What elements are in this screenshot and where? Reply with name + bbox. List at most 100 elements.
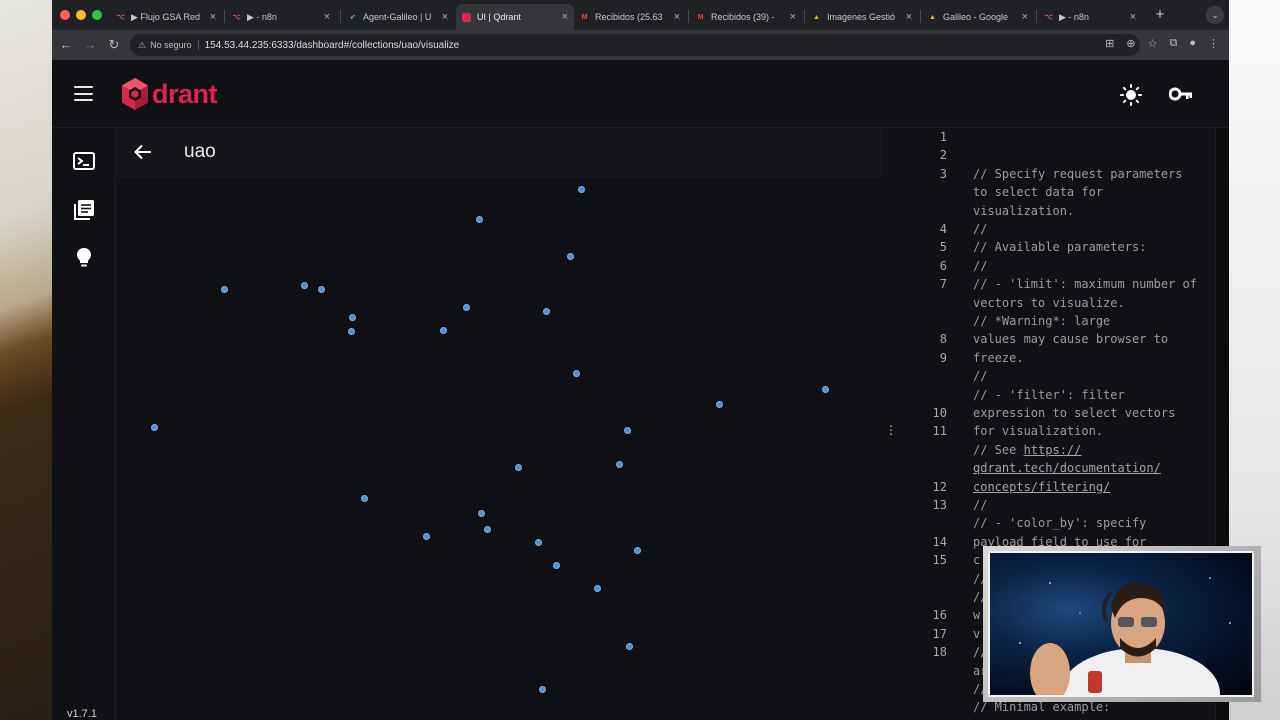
qdrant-logo-icon bbox=[122, 78, 148, 110]
code-line: // Available parameters: bbox=[973, 240, 1147, 255]
tab-flujo-gsa[interactable]: ⌥ ▶ Flujo GSA Red × bbox=[110, 4, 222, 30]
api-key-icon[interactable] bbox=[1169, 86, 1193, 102]
n8n-icon: ⌥ bbox=[1044, 14, 1053, 21]
tutorial-lightbulb-icon[interactable] bbox=[72, 246, 96, 270]
close-tab-icon[interactable]: × bbox=[562, 11, 568, 23]
warning-icon[interactable]: ⚠ bbox=[138, 40, 146, 51]
forward-icon[interactable]: → bbox=[82, 37, 98, 53]
vector-point[interactable] bbox=[578, 186, 585, 193]
vector-point[interactable] bbox=[348, 328, 355, 335]
vector-point[interactable] bbox=[361, 495, 368, 502]
vector-point[interactable] bbox=[539, 686, 546, 693]
code-line: values may cause browser to bbox=[973, 332, 1169, 347]
tab-gmail-1[interactable]: M Recibidos (25.63 × bbox=[574, 4, 686, 30]
vector-point[interactable] bbox=[535, 539, 542, 546]
vector-point[interactable] bbox=[624, 427, 631, 434]
qdrant-logo[interactable]: drant bbox=[120, 77, 218, 111]
tab-title: ▶ - n8n bbox=[247, 11, 277, 22]
docs-link[interactable]: concepts/filtering/ bbox=[973, 480, 1110, 494]
translate-icon[interactable]: ⊞ bbox=[1105, 37, 1114, 50]
code-line: // bbox=[973, 369, 988, 384]
tab-agent-galileo[interactable]: ➶ Agent-Galileo | U × bbox=[342, 4, 454, 30]
collections-icon[interactable] bbox=[72, 198, 96, 222]
close-window-button[interactable] bbox=[60, 10, 70, 20]
vector-point[interactable] bbox=[476, 216, 483, 223]
panel-resize-handle[interactable]: ⋮ bbox=[883, 128, 897, 720]
tab-qdrant[interactable]: UI | Qdrant × bbox=[456, 4, 574, 30]
address-bar[interactable]: ⚠ No seguro 154.53.44.235:6333/dashboard… bbox=[130, 34, 1140, 56]
bookmark-star-icon[interactable]: ☆ bbox=[1148, 37, 1158, 50]
vector-point[interactable] bbox=[301, 282, 308, 289]
vector-point[interactable] bbox=[573, 370, 580, 377]
close-tab-icon[interactable]: × bbox=[324, 11, 330, 23]
url-text[interactable]: 154.53.44.235:6333/dashboard#/collection… bbox=[205, 40, 460, 51]
close-tab-icon[interactable]: × bbox=[906, 11, 912, 23]
docs-link[interactable]: https:// bbox=[1024, 443, 1082, 457]
new-tab-button[interactable]: + bbox=[1152, 7, 1168, 23]
tab-n8n-1[interactable]: ⌥ ▶ - n8n × bbox=[226, 4, 336, 30]
zoom-icon[interactable]: ⊕ bbox=[1126, 37, 1135, 50]
tab-search-button[interactable]: ⌄ bbox=[1206, 6, 1224, 24]
vector-point[interactable] bbox=[626, 643, 633, 650]
tab-separator bbox=[688, 10, 689, 23]
vector-point[interactable] bbox=[553, 562, 560, 569]
tab-n8n-2[interactable]: ⌥ ▶ - n8n × bbox=[1038, 4, 1142, 30]
vector-point[interactable] bbox=[594, 585, 601, 592]
minimize-window-button[interactable] bbox=[76, 10, 86, 20]
docs-link[interactable]: qdrant.tech/documentation/ bbox=[973, 461, 1161, 475]
vector-point[interactable] bbox=[716, 401, 723, 408]
vector-point[interactable] bbox=[349, 314, 356, 321]
line-number: 10 bbox=[932, 406, 947, 420]
code-line: concepts/filtering/ bbox=[973, 478, 1110, 496]
menu-kebab-icon[interactable]: ⋮ bbox=[1208, 37, 1219, 50]
close-tab-icon[interactable]: × bbox=[790, 11, 796, 23]
theme-toggle-sun-icon[interactable] bbox=[1120, 84, 1142, 106]
line-number: 13 bbox=[932, 498, 947, 512]
vector-point[interactable] bbox=[478, 510, 485, 517]
vector-point[interactable] bbox=[440, 327, 447, 334]
collection-title: uao bbox=[184, 141, 216, 162]
close-tab-icon[interactable]: × bbox=[1130, 11, 1136, 23]
reload-icon[interactable]: ↻ bbox=[106, 37, 122, 53]
tab-drive-galileo[interactable]: ▲ Galileo - Google × bbox=[922, 4, 1034, 30]
back-arrow-icon[interactable] bbox=[133, 142, 153, 162]
code-line: visualization. bbox=[973, 203, 1075, 218]
vector-scatter-plot[interactable] bbox=[117, 178, 882, 720]
extensions-icon[interactable]: ⧉ bbox=[1169, 37, 1177, 50]
close-tab-icon[interactable]: × bbox=[1022, 11, 1028, 23]
vector-point[interactable] bbox=[616, 461, 623, 468]
console-icon[interactable] bbox=[72, 149, 96, 173]
logo-text: drant bbox=[152, 78, 218, 109]
vector-point[interactable] bbox=[221, 286, 228, 293]
vector-point[interactable] bbox=[484, 526, 491, 533]
tab-title: Imagenes Gestió bbox=[827, 12, 896, 22]
tab-drive-imagenes[interactable]: ▲ Imagenes Gestió × bbox=[806, 4, 918, 30]
back-icon[interactable]: ← bbox=[58, 37, 74, 53]
tab-title: Recibidos (39) - bbox=[711, 12, 775, 22]
vector-point[interactable] bbox=[318, 286, 325, 293]
drive-icon: ▲ bbox=[813, 13, 820, 21]
hamburger-menu-icon[interactable] bbox=[74, 86, 93, 101]
security-label[interactable]: No seguro bbox=[150, 40, 199, 50]
n8n-icon: ⌥ bbox=[232, 14, 241, 21]
close-tab-icon[interactable]: × bbox=[674, 11, 680, 23]
code-line: // bbox=[973, 222, 988, 236]
maximize-window-button[interactable] bbox=[92, 10, 102, 20]
code-line: to select data for bbox=[973, 185, 1104, 200]
tab-gmail-2[interactable]: M Recibidos (39) - × bbox=[690, 4, 802, 30]
vector-point[interactable] bbox=[822, 386, 829, 393]
close-tab-icon[interactable]: × bbox=[210, 11, 216, 23]
vector-point[interactable] bbox=[463, 304, 470, 311]
line-number: 17 bbox=[932, 626, 947, 641]
vector-point[interactable] bbox=[634, 547, 641, 554]
code-line: w bbox=[973, 608, 981, 623]
vector-point[interactable] bbox=[423, 533, 430, 540]
vector-point[interactable] bbox=[151, 424, 158, 431]
profile-avatar-icon[interactable]: ● bbox=[1189, 37, 1196, 50]
gmail-icon: M bbox=[581, 13, 588, 21]
panel-header: uao bbox=[117, 128, 882, 178]
close-tab-icon[interactable]: × bbox=[442, 11, 448, 23]
vector-point[interactable] bbox=[567, 253, 574, 260]
vector-point[interactable] bbox=[543, 308, 550, 315]
vector-point[interactable] bbox=[515, 464, 522, 471]
